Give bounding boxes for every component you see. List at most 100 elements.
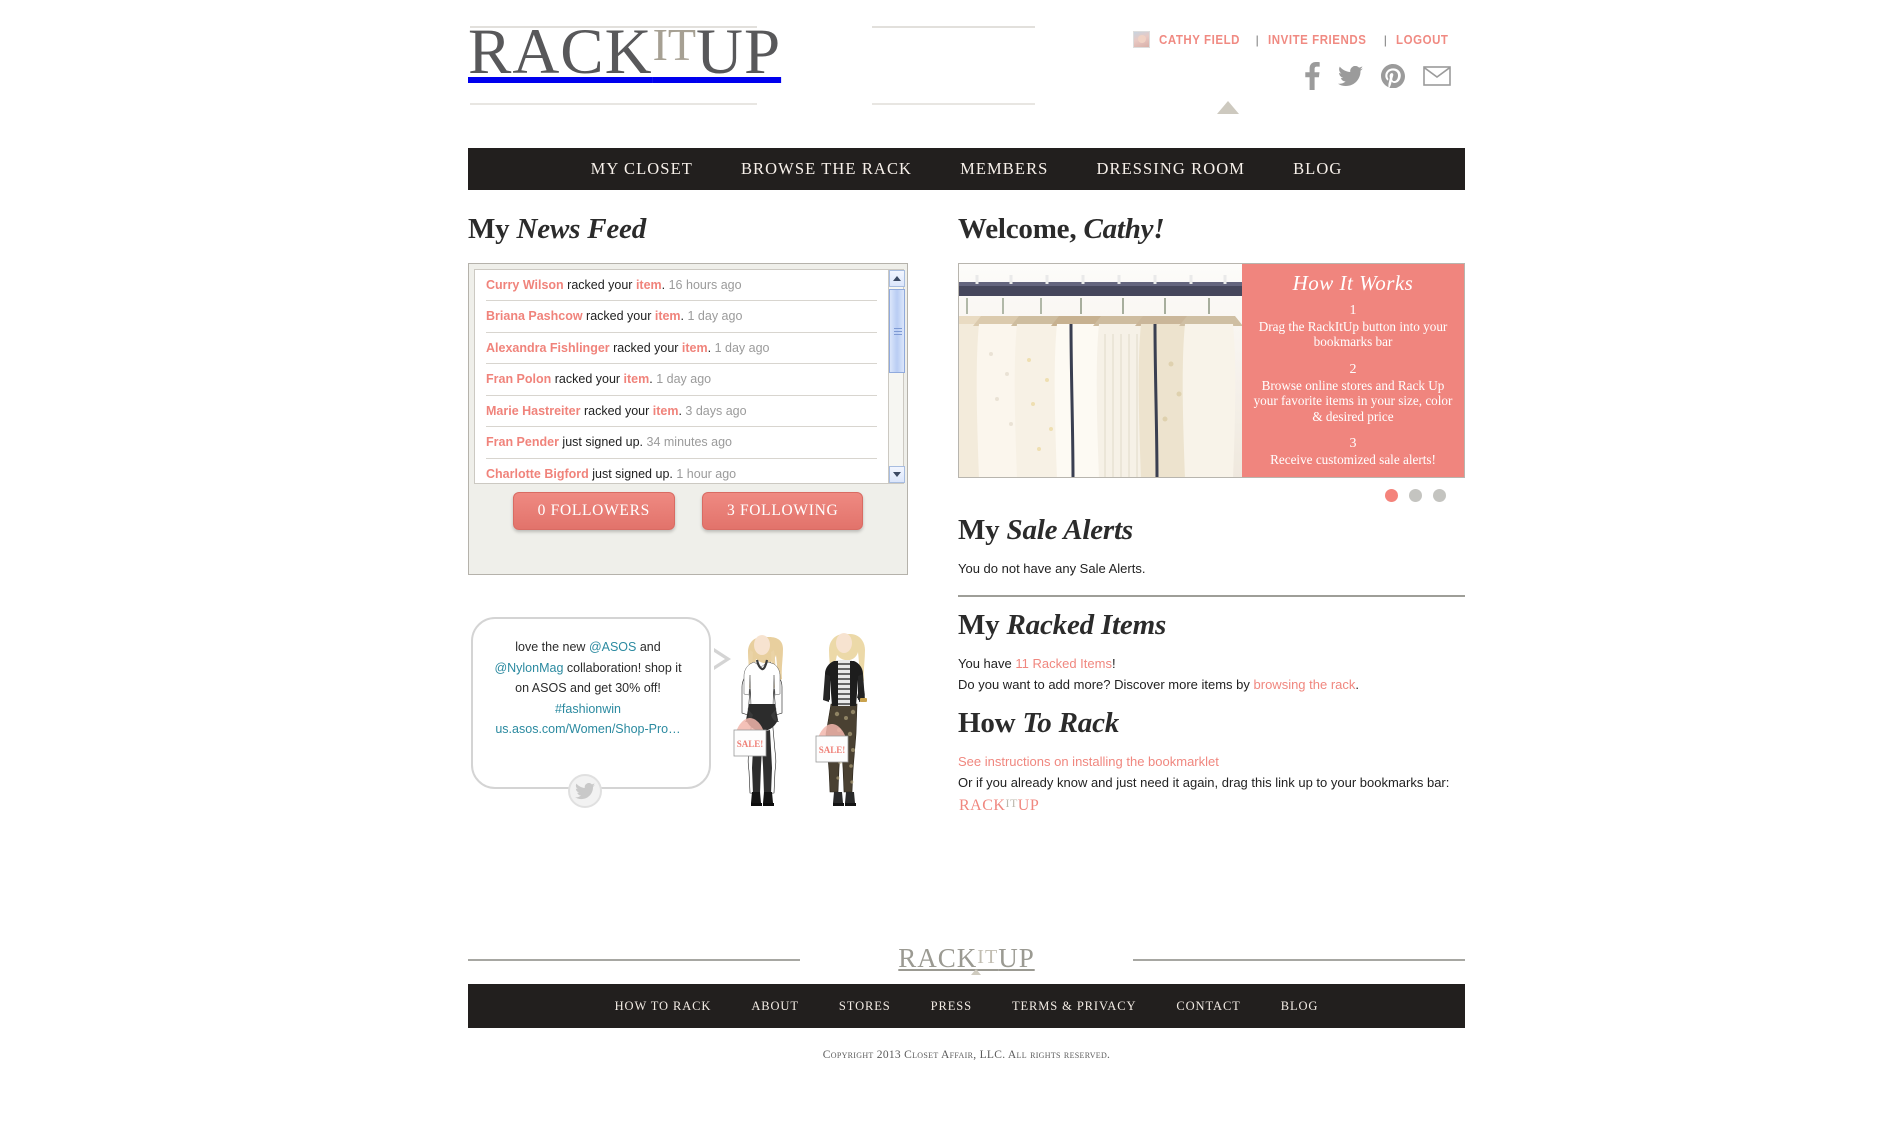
followers-button[interactable]: 0 FOLLOWERS (512, 491, 675, 530)
logout-link[interactable]: LOGOUT (1396, 33, 1449, 47)
step-number: 1 (1349, 302, 1357, 318)
clothing-rack-photo (959, 263, 1242, 477)
list-item[interactable]: Briana Pashcow racked your item. 1 day a… (486, 301, 877, 333)
scroll-up-arrow-icon[interactable] (889, 269, 905, 287)
list-item[interactable]: Alexandra Fishlinger racked your item. 1… (486, 333, 877, 365)
news-feed-title-emphasis: News Feed (516, 213, 647, 245)
scroll-down-arrow-icon[interactable] (889, 465, 905, 483)
tweet-hashtag[interactable]: #fashionwin (555, 702, 621, 716)
nav-item-my-closet[interactable]: MY CLOSET (567, 159, 717, 179)
bookmarklet-drag-link[interactable]: RACKITUP (958, 793, 1040, 816)
nav-item-dressing-room[interactable]: DRESSING ROOM (1072, 159, 1269, 179)
tweet-line1-a: love the new (515, 640, 589, 654)
site-logo[interactable]: RACKITUP (468, 20, 781, 85)
feed-action: racked your (609, 340, 682, 355)
following-button[interactable]: 3 FOLLOWING (701, 491, 864, 530)
footer-link-stores[interactable]: STORES (819, 999, 911, 1014)
email-icon[interactable] (1423, 66, 1451, 86)
carousel-dot-3[interactable] (1433, 488, 1446, 502)
nav-item-members[interactable]: MEMBERS (936, 159, 1072, 179)
tweet-url-link[interactable]: us.asos.com/Women/Shop-Pro… (495, 722, 680, 736)
welcome-title-emphasis: Cathy! (1083, 213, 1165, 245)
feed-timestamp: 3 days ago (685, 403, 747, 418)
list-item[interactable]: Fran Polon racked your item. 1 day ago (486, 364, 877, 396)
footer-link-press[interactable]: PRESS (911, 999, 992, 1014)
feed-target-link[interactable]: item (655, 309, 681, 323)
footer-logo-text-up: UP (998, 943, 1035, 973)
feed-user-name[interactable]: Fran Pender (486, 435, 559, 449)
page-root: RACKITUP CATHY FIELD | INVITE FRIENDS | … (0, 0, 1901, 1144)
feed-suffix: . (680, 309, 688, 324)
bookmarklet-instructions-link[interactable]: See instructions on installing the bookm… (958, 754, 1219, 769)
feed-target-link[interactable]: item (636, 278, 662, 292)
logo-text-it: IT (652, 19, 697, 70)
feed-timestamp: 1 hour ago (676, 466, 737, 481)
footer-link-about[interactable]: ABOUT (731, 999, 819, 1014)
bookmarklet-text-it: IT (1005, 795, 1018, 810)
sale-alerts-title-plain: My (958, 513, 1007, 546)
facebook-icon[interactable] (1304, 62, 1320, 90)
feed-user-name[interactable]: Fran Polon (486, 372, 551, 386)
tweet-line4-a: off! (643, 681, 661, 695)
footer-link-terms-privacy[interactable]: TERMS & PRIVACY (992, 999, 1156, 1014)
sale-alerts-empty-text: You do not have any Sale Alerts. (958, 560, 1146, 576)
footer-link-how-to-rack[interactable]: HOW TO RACK (595, 999, 732, 1014)
footer-logo[interactable]: RACKITUP (898, 943, 1034, 974)
pinterest-icon[interactable] (1381, 64, 1405, 88)
logo-rule-top-right (872, 26, 1035, 28)
news-feed-list: Curry Wilson racked your item. 16 hours … (474, 268, 888, 484)
feed-target-link[interactable]: item (682, 341, 708, 355)
news-feed-title-plain: My (468, 213, 517, 245)
carousel-dot-1[interactable] (1385, 488, 1398, 502)
feed-target-link[interactable]: item (653, 404, 679, 418)
footer-link-contact[interactable]: CONTACT (1156, 999, 1260, 1014)
logo-triangle-icon (1217, 101, 1239, 114)
user-separator-1: | (1255, 32, 1259, 47)
tweet-mention-asos[interactable]: @ASOS (589, 640, 636, 654)
list-item[interactable]: Curry Wilson racked your item. 16 hours … (486, 270, 877, 302)
step-text: Receive customized sale alerts! (1270, 452, 1436, 468)
feed-user-name[interactable]: Briana Pashcow (486, 309, 583, 323)
welcome-title-plain: Welcome, (958, 213, 1084, 245)
feed-user-name[interactable]: Curry Wilson (486, 278, 564, 292)
nav-item-browse-the-rack[interactable]: BROWSE THE RACK (717, 159, 936, 179)
racked-items-title-emphasis: Racked Items (1006, 608, 1167, 641)
feed-target-link[interactable]: item (624, 372, 650, 386)
news-feed-panel: Curry Wilson racked your item. 16 hours … (468, 262, 908, 575)
tweet-line1-b: and (636, 640, 661, 654)
left-column: My News Feed Curry Wilson racked your it… (468, 213, 908, 808)
list-item[interactable]: Charlotte Bigford just signed up. 1 hour… (486, 459, 877, 483)
hero-carousel[interactable]: How It Works 1 Drag the RackItUp button … (958, 262, 1465, 478)
footer-rule-left (468, 959, 800, 961)
news-feed-scrollbar[interactable] (888, 268, 905, 484)
avatar[interactable] (1132, 31, 1150, 48)
user-bar: CATHY FIELD | INVITE FRIENDS | LOGOUT (1132, 31, 1453, 48)
feed-action-buttons: 0 FOLLOWERS 3 FOLLOWING (469, 491, 907, 530)
feed-action: racked your (582, 309, 655, 324)
how-to-rack-section: How To Rack See instructions on installi… (958, 707, 1465, 816)
footer-link-blog[interactable]: BLOG (1261, 999, 1339, 1014)
nav-item-blog[interactable]: BLOG (1269, 159, 1366, 179)
how-it-works-panel: How It Works 1 Drag the RackItUp button … (1242, 263, 1464, 477)
feed-user-name[interactable]: Alexandra Fishlinger (486, 341, 610, 355)
list-item[interactable]: Fran Pender just signed up. 34 minutes a… (486, 427, 877, 459)
how-it-works-step-2: 2 Browse online stores and Rack Up your … (1242, 361, 1464, 425)
copyright-text: Copyright 2013 Closet Affair, LLC. All r… (822, 1049, 1111, 1061)
feed-user-name[interactable]: Marie Hastreiter (486, 404, 581, 418)
tweet-mention-nylonmag[interactable]: @NylonMag (494, 661, 563, 675)
twitter-icon[interactable] (1338, 65, 1363, 87)
how-to-rack-title: How To Rack (958, 707, 1465, 740)
feed-user-name[interactable]: Charlotte Bigford (486, 467, 589, 481)
section-divider (958, 594, 1465, 597)
invite-friends-link[interactable]: INVITE FRIENDS (1268, 33, 1366, 47)
carousel-dot-2[interactable] (1409, 488, 1422, 502)
site-footer: RACKITUP HOW TO RACK ABOUT STORES PRESS … (468, 936, 1465, 1061)
list-item[interactable]: Marie Hastreiter racked your item. 3 day… (486, 396, 877, 428)
user-name-link[interactable]: CATHY FIELD (1159, 33, 1240, 47)
racked-discover-suffix: . (1355, 676, 1360, 692)
scrollbar-thumb[interactable] (889, 288, 905, 373)
tweet-text: love the new @ASOS and @NylonMag collabo… (490, 637, 686, 740)
browse-the-rack-link[interactable]: browsing the rack (1254, 677, 1356, 692)
feed-timestamp: 1 day ago (714, 340, 770, 355)
racked-items-count-link[interactable]: 11 Racked Items (1015, 656, 1112, 671)
